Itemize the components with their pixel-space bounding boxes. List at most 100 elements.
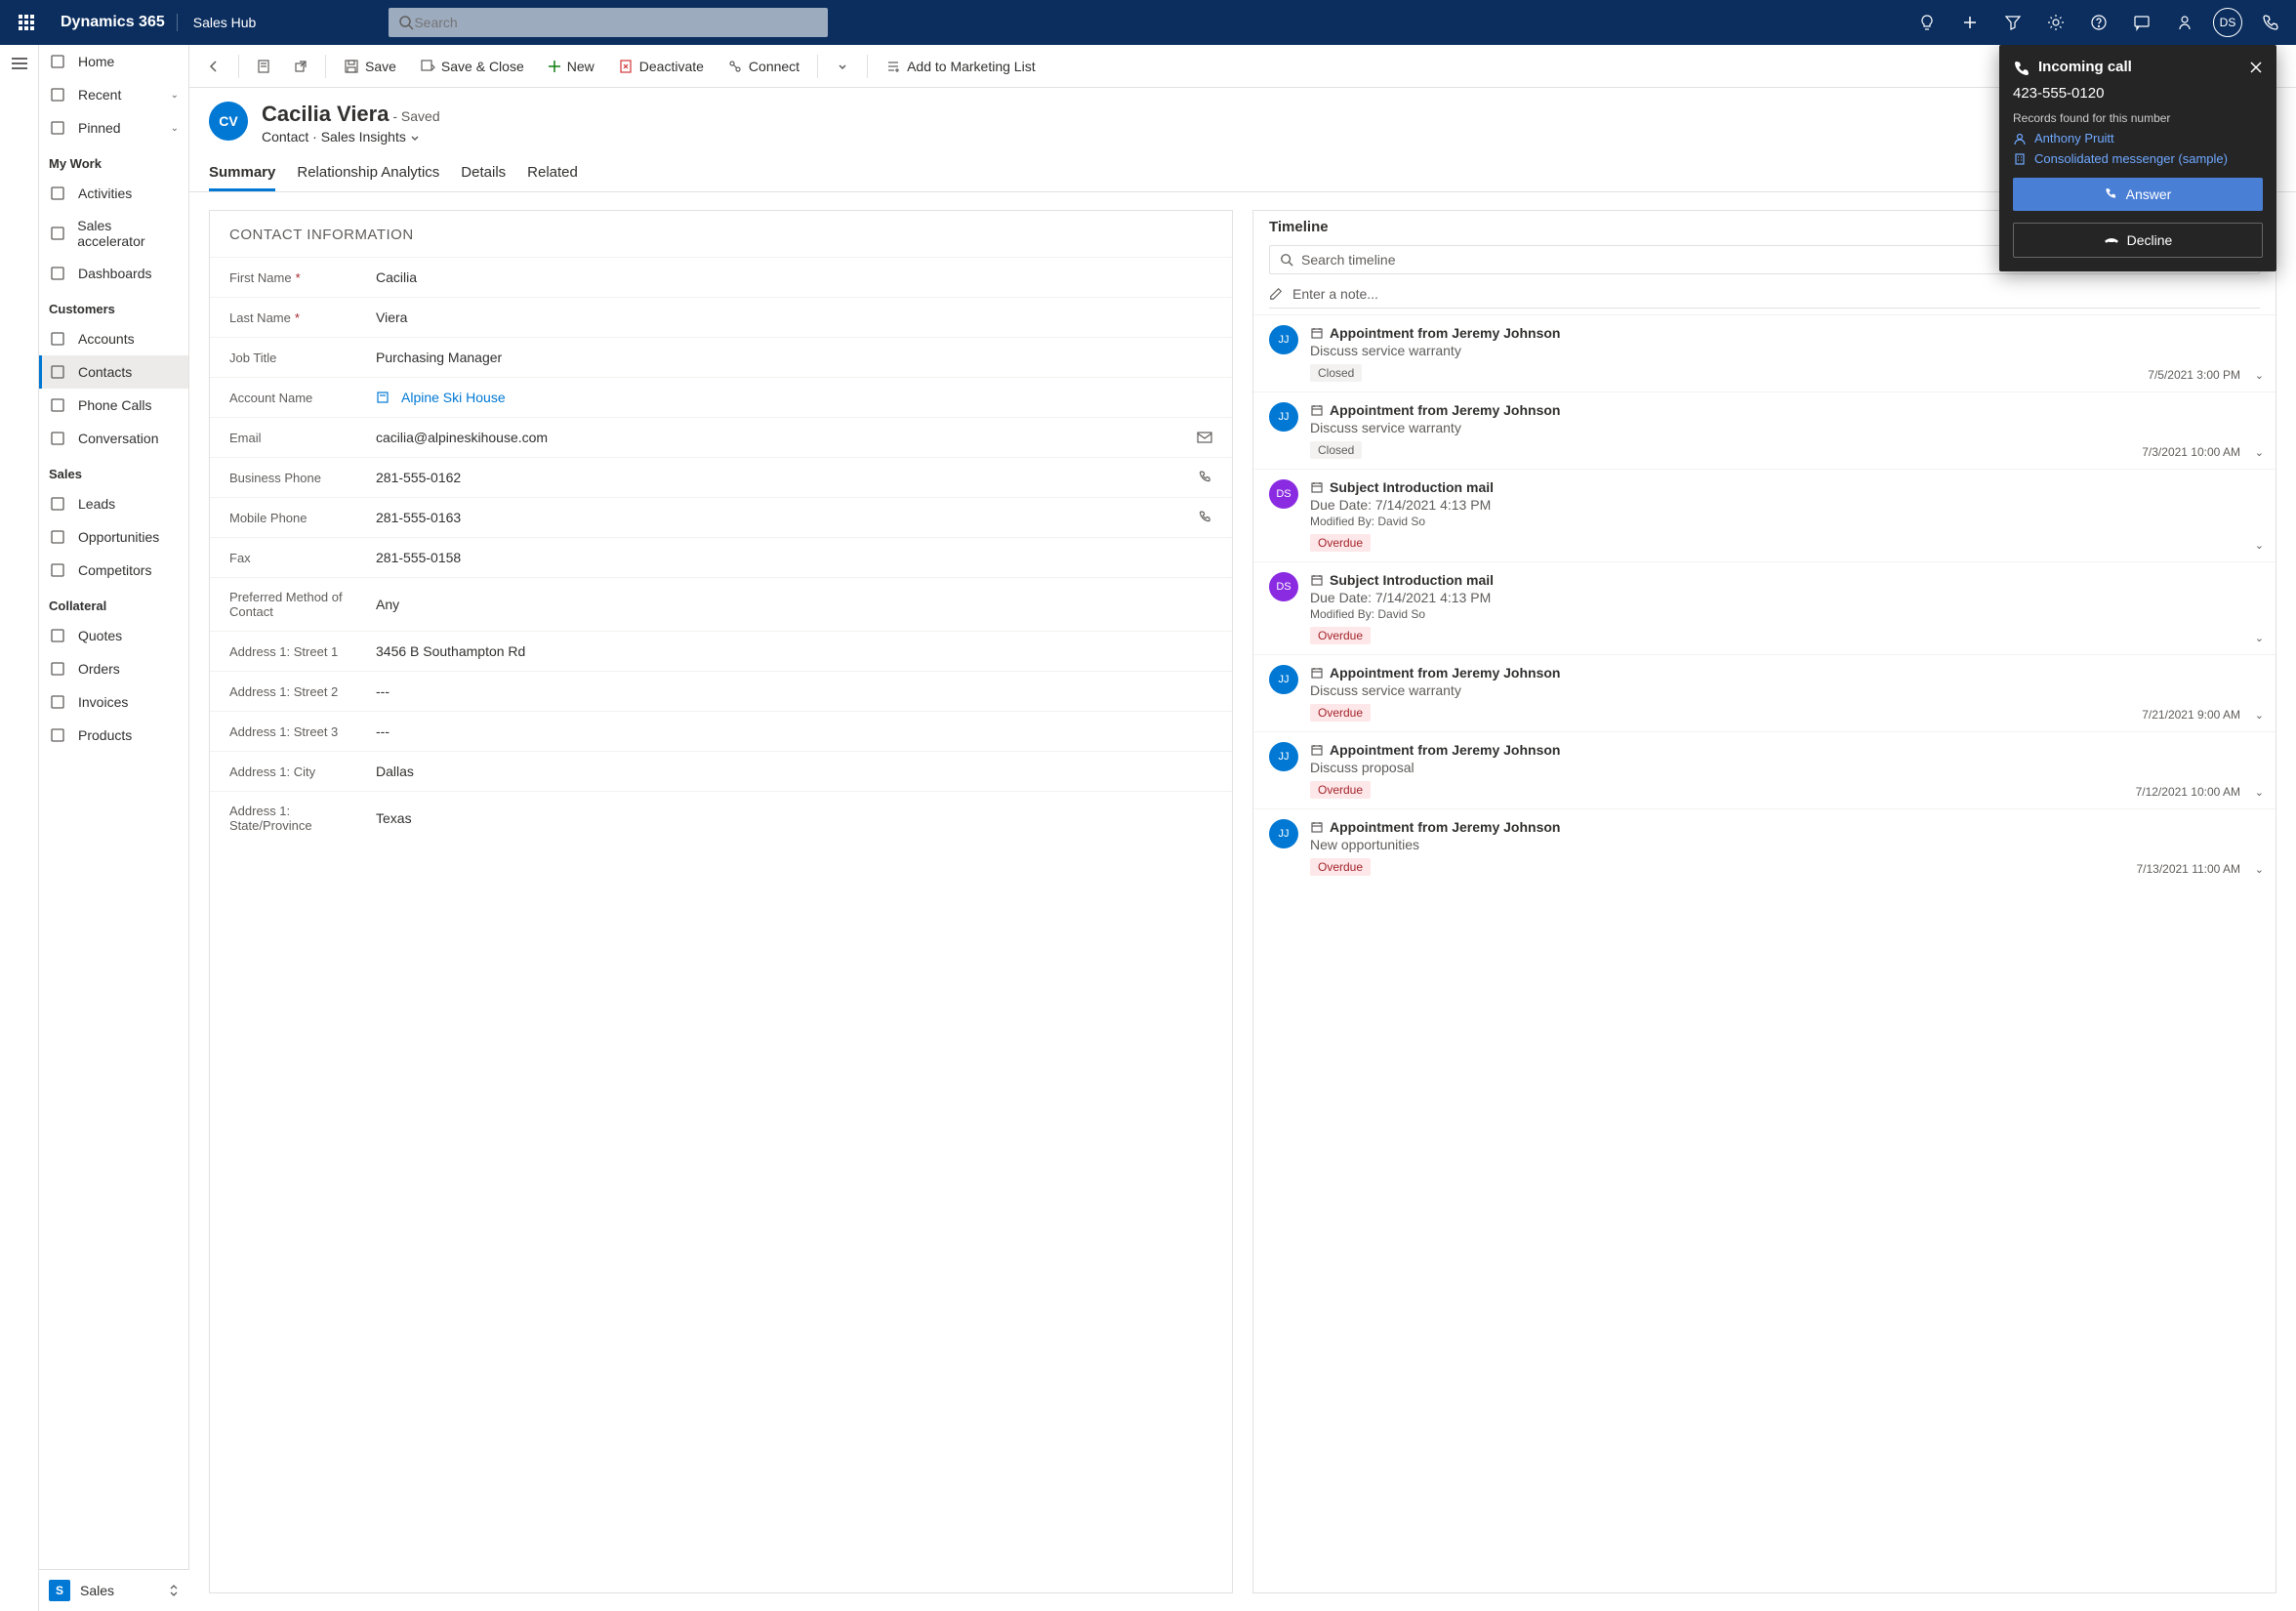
field-address-1-street-2[interactable]: Address 1: Street 2 ---	[210, 671, 1232, 711]
chevron-down-icon[interactable]: ⌄	[2255, 632, 2264, 644]
field-email[interactable]: Email cacilia@alpineskihouse.com	[210, 417, 1232, 457]
call-account-link[interactable]: Consolidated messenger (sample)	[2013, 151, 2263, 166]
area-switcher[interactable]: S Sales	[39, 1569, 189, 1611]
field-preferred-method-of-contact[interactable]: Preferred Method of Contact Any	[210, 577, 1232, 631]
status-badge: Closed	[1310, 441, 1362, 459]
field-address-1-state-province[interactable]: Address 1: State/Province Texas	[210, 791, 1232, 845]
app-launcher[interactable]	[4, 0, 49, 45]
sidebar-item-opportunities[interactable]: Opportunities	[39, 520, 188, 554]
timeline-item[interactable]: DS Subject Introduction mail Due Date: 7…	[1253, 469, 2276, 561]
field-first-name[interactable]: First Name* Cacilia	[210, 257, 1232, 297]
sidebar-item-dashboards[interactable]: Dashboards	[39, 257, 188, 290]
sidebar-hamburger[interactable]	[0, 45, 39, 1611]
sidebar-item-recent[interactable]: Recent⌄	[39, 78, 188, 111]
timeline-avatar: DS	[1269, 479, 1298, 509]
back-button[interactable]	[197, 50, 230, 83]
chat-icon[interactable]	[2120, 0, 2163, 45]
chevron-down-icon[interactable]: ⌄	[2255, 786, 2264, 799]
connect-button[interactable]: Connect	[718, 53, 809, 80]
sidebar-item-pinned[interactable]: Pinned⌄	[39, 111, 188, 145]
chevron-down-icon[interactable]: ⌄	[2255, 369, 2264, 382]
sidebar-item-orders[interactable]: Orders	[39, 652, 188, 685]
tab-related[interactable]: Related	[527, 156, 578, 191]
sidebar-item-home[interactable]: Home	[39, 45, 188, 78]
hub-label[interactable]: Sales Hub	[178, 15, 272, 30]
phone-icon[interactable]	[1199, 511, 1212, 524]
tab-details[interactable]: Details	[461, 156, 506, 191]
record-subtitle: Contact · Sales Insights	[262, 129, 440, 145]
field-address-1-city[interactable]: Address 1: City Dallas	[210, 751, 1232, 791]
field-address-1-street-1[interactable]: Address 1: Street 1 3456 B Southampton R…	[210, 631, 1232, 671]
sidebar-item-accounts[interactable]: Accounts	[39, 322, 188, 355]
sidebar-item-products[interactable]: Products	[39, 719, 188, 752]
chevron-down-icon[interactable]: ⌄	[2255, 539, 2264, 552]
sidebar-item-phone calls[interactable]: Phone Calls	[39, 389, 188, 422]
mail-icon[interactable]	[1197, 431, 1212, 444]
main-area: Save Save & Close New Deactivate Connect…	[189, 45, 2296, 1611]
brand-label: Dynamics 365	[49, 14, 178, 31]
save-button[interactable]: Save	[334, 53, 406, 80]
search-input[interactable]	[414, 15, 818, 30]
settings-icon[interactable]	[2034, 0, 2077, 45]
field-account-name[interactable]: Account Name Alpine Ski House	[210, 377, 1232, 417]
status-badge: Overdue	[1310, 781, 1371, 799]
filter-icon[interactable]	[1991, 0, 2034, 45]
assistant-icon[interactable]	[2163, 0, 2206, 45]
sidebar-item-invoices[interactable]: Invoices	[39, 685, 188, 719]
section-collateral: Collateral	[39, 587, 188, 619]
timeline-item[interactable]: JJ Appointment from Jeremy Johnson New o…	[1253, 808, 2276, 886]
chevron-down-icon[interactable]: ⌄	[2255, 863, 2264, 876]
field-fax[interactable]: Fax 281-555-0158	[210, 537, 1232, 577]
timeline-avatar: JJ	[1269, 325, 1298, 354]
record-avatar: CV	[209, 102, 248, 141]
sidebar-item-contacts[interactable]: Contacts	[39, 355, 188, 389]
timeline-item[interactable]: JJ Appointment from Jeremy Johnson Discu…	[1253, 314, 2276, 392]
help-icon[interactable]	[2077, 0, 2120, 45]
sidebar-item-competitors[interactable]: Competitors	[39, 554, 188, 587]
quote-icon	[49, 627, 66, 644]
answer-button[interactable]: Answer	[2013, 178, 2263, 211]
plus-icon[interactable]	[1948, 0, 1991, 45]
close-call-popup[interactable]	[2249, 61, 2263, 74]
save-close-button[interactable]: Save & Close	[410, 53, 534, 80]
sidebar-item-conversation[interactable]: Conversation	[39, 422, 188, 455]
deactivate-button[interactable]: Deactivate	[608, 53, 714, 80]
timeline-item[interactable]: JJ Appointment from Jeremy Johnson Discu…	[1253, 731, 2276, 808]
chevron-down-icon[interactable]: ⌄	[2255, 709, 2264, 722]
add-marketing-button[interactable]: Add to Marketing List	[876, 53, 1046, 80]
field-address-1-street-3[interactable]: Address 1: Street 3 ---	[210, 711, 1232, 751]
global-search[interactable]	[389, 8, 828, 37]
call-contact-link[interactable]: Anthony Pruitt	[2013, 131, 2263, 145]
timeline-item[interactable]: JJ Appointment from Jeremy Johnson Discu…	[1253, 392, 2276, 469]
opp-icon	[49, 528, 66, 546]
field-last-name[interactable]: Last Name* Viera	[210, 297, 1232, 337]
sidebar-item-sales accelerator[interactable]: Sales accelerator	[39, 210, 188, 257]
section-customers: Customers	[39, 290, 188, 322]
field-job-title[interactable]: Job Title Purchasing Manager	[210, 337, 1232, 377]
timeline-item[interactable]: JJ Appointment from Jeremy Johnson Discu…	[1253, 654, 2276, 731]
popout-icon[interactable]	[284, 50, 317, 83]
chevron-down-icon[interactable]: ⌄	[2255, 446, 2264, 459]
form-selector-icon[interactable]	[247, 50, 280, 83]
field-mobile-phone[interactable]: Mobile Phone 281-555-0163	[210, 497, 1232, 537]
record-header: CV Cacilia Viera - Saved Contact · Sales…	[189, 88, 2296, 145]
field-business-phone[interactable]: Business Phone 281-555-0162	[210, 457, 1232, 497]
status-badge: Overdue	[1310, 627, 1371, 644]
tab-summary[interactable]: Summary	[209, 156, 275, 191]
phone-icon[interactable]	[1199, 471, 1212, 484]
sidebar-item-activities[interactable]: Activities	[39, 177, 188, 210]
sidebar-item-leads[interactable]: Leads	[39, 487, 188, 520]
order-icon	[49, 660, 66, 678]
sidebar-item-quotes[interactable]: Quotes	[39, 619, 188, 652]
comp-icon	[49, 561, 66, 579]
phone-panel-icon[interactable]	[2249, 0, 2292, 45]
lightbulb-icon[interactable]	[1906, 0, 1948, 45]
edit-icon	[1269, 287, 1283, 301]
timeline-note-input[interactable]: Enter a note...	[1269, 280, 2260, 309]
timeline-item[interactable]: DS Subject Introduction mail Due Date: 7…	[1253, 561, 2276, 654]
overflow-chevron[interactable]	[826, 50, 859, 83]
decline-button[interactable]: Decline	[2013, 223, 2263, 258]
user-avatar[interactable]: DS	[2206, 0, 2249, 45]
new-button[interactable]: New	[538, 53, 604, 80]
tab-relationship analytics[interactable]: Relationship Analytics	[297, 156, 439, 191]
